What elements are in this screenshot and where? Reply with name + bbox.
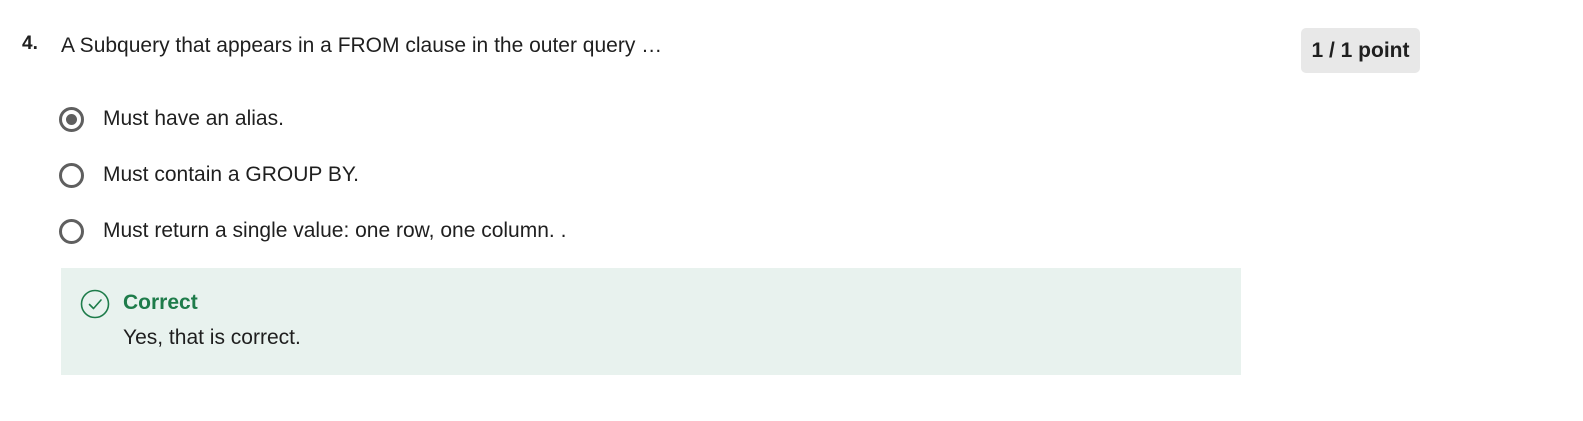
feedback-status: Correct (123, 291, 198, 314)
option-label: Must have an alias. (103, 107, 284, 130)
option-must-have-alias[interactable]: Must have an alias. (59, 103, 284, 135)
question-text: A Subquery that appears in a FROM clause… (61, 34, 663, 57)
question-number: 4. (22, 33, 38, 54)
option-must-contain-group-by[interactable]: Must contain a GROUP BY. (59, 159, 359, 191)
check-circle-icon (80, 289, 110, 319)
option-label: Must return a single value: one row, one… (103, 219, 567, 242)
points-badge: 1 / 1 point (1301, 28, 1420, 73)
feedback-message: Yes, that is correct. (123, 326, 301, 349)
radio-unselected[interactable] (59, 162, 84, 188)
feedback-panel: Correct Yes, that is correct. (61, 268, 1241, 375)
option-label: Must contain a GROUP BY. (103, 163, 360, 186)
radio-unselected[interactable] (59, 218, 84, 244)
option-single-value[interactable]: Must return a single value: one row, one… (59, 215, 566, 247)
radio-selected[interactable] (59, 106, 84, 132)
